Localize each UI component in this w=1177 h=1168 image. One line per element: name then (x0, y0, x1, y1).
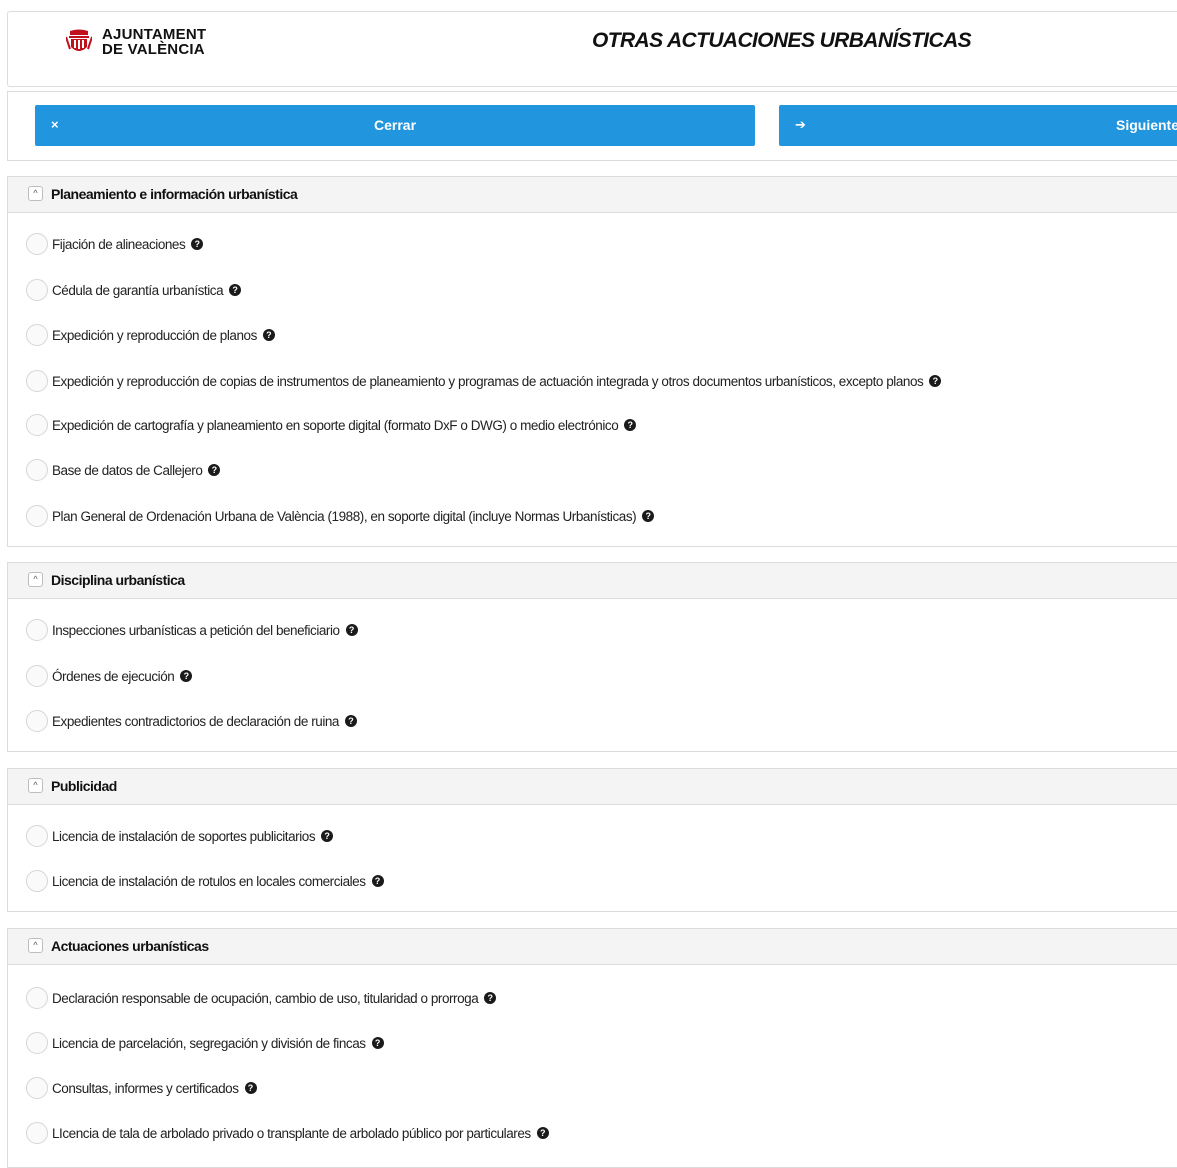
section-title: Planeamiento e información urbanística (51, 186, 298, 202)
section-title: Disciplina urbanística (51, 572, 185, 588)
chevron-up-icon[interactable]: ^ (28, 186, 43, 201)
section-actuaciones: ^ Actuaciones urbanísticas Declaración r… (7, 928, 1177, 1168)
coat-of-arms-icon (66, 29, 92, 51)
help-icon[interactable]: ? (191, 238, 204, 250)
option-reproduccion-planos[interactable]: Expedición y reproducción de planos? (26, 322, 275, 348)
section-disciplina: ^ Disciplina urbanística Inspecciones ur… (7, 562, 1177, 752)
radio-button[interactable] (26, 459, 48, 481)
option-ordenes-ejecucion[interactable]: Órdenes de ejecución? (26, 663, 193, 689)
radio-button[interactable] (26, 1032, 48, 1054)
section-header[interactable]: ^ Actuaciones urbanísticas (8, 929, 1177, 965)
option-cartografia-digital[interactable]: Expedición de cartografía y planeamiento… (26, 412, 637, 438)
radio-button[interactable] (26, 1077, 48, 1099)
page-title: OTRAS ACTUACIONES URBANÍSTICAS (592, 29, 972, 52)
help-icon[interactable]: ? (345, 624, 358, 636)
radio-button[interactable] (26, 665, 48, 687)
arrow-right-icon: ➔ (795, 117, 806, 132)
help-icon[interactable]: ? (208, 464, 221, 476)
option-soportes-publicitarios[interactable]: Licencia de instalación de soportes publ… (26, 823, 334, 849)
section-title: Actuaciones urbanísticas (51, 938, 209, 954)
help-icon[interactable]: ? (229, 284, 242, 296)
section-header[interactable]: ^ Disciplina urbanística (8, 563, 1177, 599)
option-label: LIcencia de tala de arbolado privado o t… (52, 1125, 531, 1141)
option-label: Licencia de parcelación, segregación y d… (52, 1035, 366, 1051)
option-consultas-informes[interactable]: Consultas, informes y certificados? (26, 1075, 257, 1101)
logo-text: AJUNTAMENT DE VALÈNCIA (102, 27, 206, 57)
help-icon[interactable]: ? (484, 992, 497, 1004)
option-cedula-garantia[interactable]: Cédula de garantía urbanística? (26, 277, 242, 303)
help-icon[interactable]: ? (371, 1037, 384, 1049)
option-tala-arbolado[interactable]: LIcencia de tala de arbolado privado o t… (26, 1120, 549, 1146)
radio-button[interactable] (26, 1122, 48, 1144)
radio-button[interactable] (26, 279, 48, 301)
radio-button[interactable] (26, 619, 48, 641)
section-title: Publicidad (51, 778, 117, 794)
option-label: Expedición y reproducción de copias de i… (52, 373, 924, 389)
chevron-up-icon[interactable]: ^ (28, 938, 43, 953)
help-icon[interactable]: ? (244, 1082, 257, 1094)
help-icon[interactable]: ? (345, 715, 357, 727)
option-plan-general[interactable]: Plan General de Ordenación Urbana de Val… (26, 503, 655, 529)
option-label: Fijación de alineaciones (52, 236, 186, 252)
option-label: Declaración responsable de ocupación, ca… (52, 990, 479, 1006)
option-declaracion-ruina[interactable]: Expedientes contradictorios de declaraci… (26, 708, 357, 734)
option-label: Base de datos de Callejero (52, 462, 203, 478)
logo-line-1: AJUNTAMENT (102, 26, 207, 43)
help-icon[interactable]: ? (624, 419, 637, 431)
radio-button[interactable] (26, 710, 48, 732)
section-header[interactable]: ^ Publicidad (8, 769, 1177, 805)
option-label: Expedientes contradictorios de declaraci… (52, 713, 339, 729)
section-planeamiento: ^ Planeamiento e información urbanística… (7, 176, 1177, 547)
help-icon[interactable]: ? (180, 670, 193, 682)
option-label: Plan General de Ordenación Urbana de Val… (52, 508, 637, 524)
next-button-label: Siguiente (1116, 117, 1177, 133)
option-label: Licencia de instalación de soportes publ… (52, 828, 316, 844)
option-declaracion-responsable[interactable]: Declaración responsable de ocupación, ca… (26, 985, 497, 1011)
option-callejero[interactable]: Base de datos de Callejero? (26, 457, 221, 483)
help-icon[interactable]: ? (321, 830, 334, 842)
option-label: Órdenes de ejecución (52, 668, 175, 684)
help-icon[interactable]: ? (642, 510, 655, 522)
help-icon[interactable]: ? (929, 375, 942, 387)
help-icon[interactable]: ? (371, 875, 384, 887)
chevron-up-icon[interactable]: ^ (28, 778, 43, 793)
radio-button[interactable] (26, 370, 48, 392)
option-label: Expedición de cartografía y planeamiento… (52, 417, 619, 433)
section-header[interactable]: ^ Planeamiento e información urbanística (8, 177, 1177, 213)
help-icon[interactable]: ? (262, 329, 275, 341)
radio-button[interactable] (26, 825, 48, 847)
next-button[interactable]: ➔ Siguiente (779, 105, 1177, 146)
action-toolbar: × Cerrar ➔ Siguiente (7, 91, 1177, 161)
radio-button[interactable] (26, 233, 48, 255)
radio-button[interactable] (26, 505, 48, 527)
option-label: Licencia de instalación de rotulos en lo… (52, 873, 366, 889)
ajuntament-logo[interactable]: AJUNTAMENT DE VALÈNCIA (66, 27, 206, 57)
logo-line-2: DE VALÈNCIA (102, 41, 205, 58)
radio-button[interactable] (26, 870, 48, 892)
option-parcelacion[interactable]: Licencia de parcelación, segregación y d… (26, 1030, 384, 1056)
option-rotulos-locales[interactable]: Licencia de instalación de rotulos en lo… (26, 868, 384, 894)
option-label: Cédula de garantía urbanística (52, 282, 224, 298)
option-fijacion-alineaciones[interactable]: Fijación de alineaciones? (26, 231, 204, 257)
page-header: AJUNTAMENT DE VALÈNCIA OTRAS ACTUACIONES… (7, 11, 1177, 87)
help-icon[interactable]: ? (536, 1127, 549, 1139)
option-label: Expedición y reproducción de planos (52, 327, 257, 343)
option-inspecciones[interactable]: Inspecciones urbanísticas a petición del… (26, 617, 358, 643)
radio-button[interactable] (26, 987, 48, 1009)
radio-button[interactable] (26, 324, 48, 346)
option-label: Consultas, informes y certificados (52, 1080, 239, 1096)
chevron-up-icon[interactable]: ^ (28, 572, 43, 587)
option-copias-instrumentos[interactable]: Expedición y reproducción de copias de i… (26, 368, 942, 394)
radio-button[interactable] (26, 414, 48, 436)
close-button-label: Cerrar (373, 117, 417, 133)
option-label: Inspecciones urbanísticas a petición del… (52, 622, 340, 638)
section-publicidad: ^ Publicidad Licencia de instalación de … (7, 768, 1177, 912)
close-button[interactable]: × Cerrar (35, 105, 755, 146)
